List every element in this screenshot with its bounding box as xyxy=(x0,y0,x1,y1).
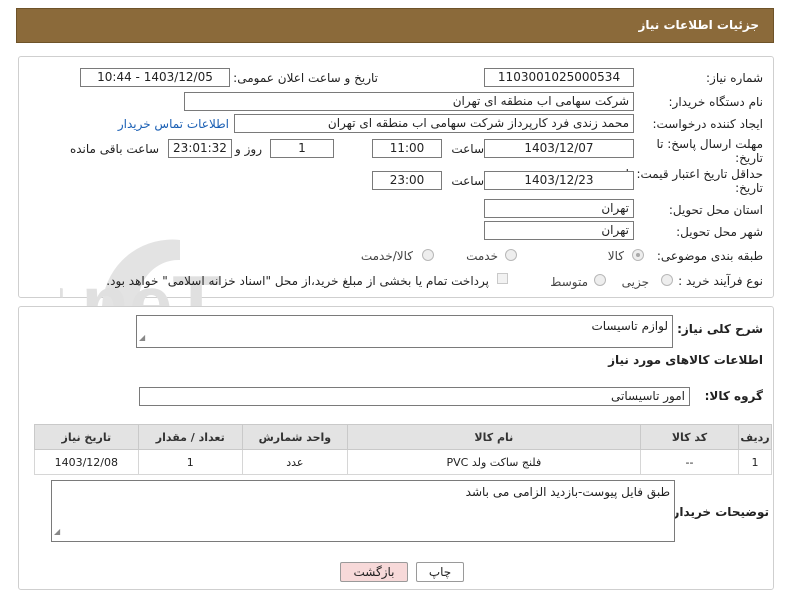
validity-time-label: ساعت xyxy=(451,174,484,188)
cell-row-number: 1 xyxy=(738,449,772,475)
col-row-number: ردیف xyxy=(738,424,772,450)
back-button[interactable]: بازگشت xyxy=(340,562,408,582)
validity-label: حداقل تاریخ اعتبار قیمت: تا xyxy=(625,167,763,181)
process-label: نوع فرآیند خرید : xyxy=(678,274,763,288)
deadline-date-field: 1403/12/07 xyxy=(484,139,634,158)
goods-group-label: گروه کالا: xyxy=(704,389,763,403)
cell-unit: عدد xyxy=(241,449,348,475)
remaining-label: ساعت باقی مانده xyxy=(69,142,159,156)
treasury-payment-note: پرداخت تمام یا بخشی از مبلغ خرید،از محل … xyxy=(106,274,489,288)
table-row: 1 -- فلنج ساکت ولد PVC عدد 1 1403/12/08 xyxy=(34,449,772,475)
validity-time-field: 23:00 xyxy=(372,171,442,190)
page-title: جزئیات اطلاعات نیاز xyxy=(638,18,759,32)
buyer-notes-textarea[interactable]: طبق فایل پیوست-بازدید الزامی می باشد ◢ xyxy=(51,480,675,542)
buyer-notes-text: طبق فایل پیوست-بازدید الزامی می باشد xyxy=(465,485,670,499)
deadline-date-label: تاریخ: xyxy=(735,151,763,165)
province-label: استان محل تحویل: xyxy=(668,203,763,217)
cell-need-date: 1403/12/08 xyxy=(34,449,139,475)
goods-group-field: امور تاسیساتی xyxy=(139,387,690,406)
summary-label: شرح کلی نیاز: xyxy=(677,322,763,336)
cell-goods-name: فلنج ساکت ولد PVC xyxy=(346,449,641,475)
page-header: جزئیات اطلاعات نیاز xyxy=(16,8,774,43)
cell-quantity: 1 xyxy=(137,449,243,475)
buyer-org-field: شرکت سهامی اب منطقه ای تهران xyxy=(184,92,634,111)
remaining-time-field: 23:01:32 xyxy=(168,139,232,158)
col-goods-code: کد کالا xyxy=(639,424,740,450)
contact-info-link[interactable]: اطلاعات تماس خریدار xyxy=(118,117,229,131)
treasury-payment-checkbox[interactable] xyxy=(497,273,508,284)
buyer-org-label: نام دستگاه خریدار: xyxy=(668,95,764,109)
col-goods-name: نام کالا xyxy=(346,424,641,450)
goods-table: ردیف کد کالا نام کالا واحد شمارش تعداد /… xyxy=(34,424,772,475)
goods-info-title: اطلاعات کالاهای مورد نیاز xyxy=(608,353,763,367)
resize-grip-icon[interactable]: ◢ xyxy=(54,523,60,540)
buyer-notes-label: توضیحات خریدار: xyxy=(667,505,769,519)
days-label: روز و xyxy=(235,142,262,156)
col-unit: واحد شمارش xyxy=(241,424,348,450)
col-quantity: تعداد / مقدار xyxy=(137,424,243,450)
need-number-field: 1103001025000534 xyxy=(484,68,634,87)
process-radio-minor[interactable] xyxy=(661,274,673,286)
creator-field: محمد زندی فرد کارپرداز شرکت سهامی اب منط… xyxy=(234,114,634,133)
process-option-minor: جزیی xyxy=(621,275,649,289)
summary-textarea[interactable]: لوازم تاسیسات ◢ xyxy=(136,315,673,348)
category-option-goods: کالا xyxy=(607,249,624,263)
days-field: 1 xyxy=(270,139,334,158)
category-option-service: خدمت xyxy=(466,249,498,263)
announce-field: 1403/12/05 - 10:44 xyxy=(80,68,230,87)
city-label: شهر محل تحویل: xyxy=(676,225,763,239)
process-radio-medium[interactable] xyxy=(594,274,606,286)
deadline-label: مهلت ارسال پاسخ: تا xyxy=(656,137,763,151)
process-option-medium: متوسط xyxy=(550,275,588,289)
resize-grip-icon[interactable]: ◢ xyxy=(139,329,145,346)
category-radio-service[interactable] xyxy=(505,249,517,261)
col-need-date: تاریخ نیاز xyxy=(34,424,139,450)
deadline-time-field: 11:00 xyxy=(372,139,442,158)
category-radio-goods-service[interactable] xyxy=(422,249,434,261)
creator-label: ایجاد کننده درخواست: xyxy=(652,117,763,131)
city-field: تهران xyxy=(484,221,634,240)
table-header-row: ردیف کد کالا نام کالا واحد شمارش تعداد /… xyxy=(34,424,772,450)
announce-label: تاریخ و ساعت اعلان عمومی: xyxy=(233,71,378,85)
print-button[interactable]: چاپ xyxy=(416,562,464,582)
validity-date-field: 1403/12/23 xyxy=(484,171,634,190)
category-option-goods-service: کالا/خدمت xyxy=(360,249,413,263)
category-label: طبقه بندی موضوعی: xyxy=(656,249,763,263)
validity-date-label: تاریخ: xyxy=(735,181,763,195)
deadline-time-label: ساعت xyxy=(451,142,484,156)
cell-goods-code: -- xyxy=(639,449,740,475)
category-radio-goods[interactable] xyxy=(632,249,644,261)
summary-text: لوازم تاسیسات xyxy=(591,319,668,333)
need-number-label: شماره نیاز: xyxy=(706,71,763,85)
province-field: تهران xyxy=(484,199,634,218)
